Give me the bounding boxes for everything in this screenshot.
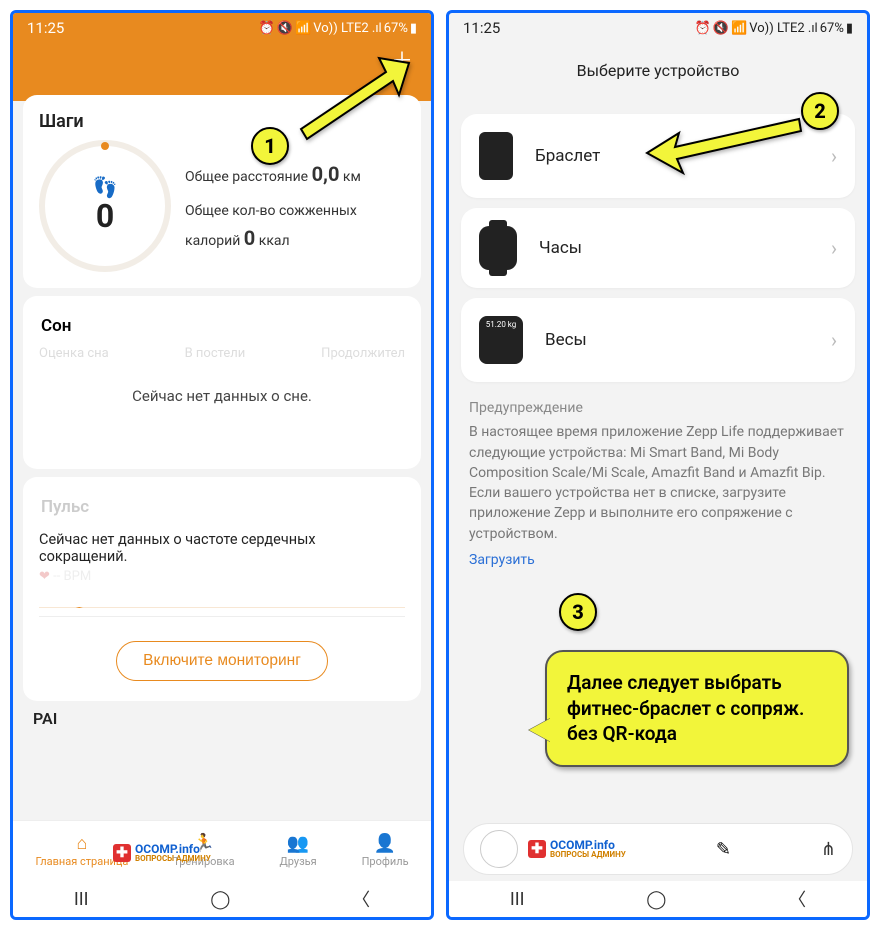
friends-icon: 👥	[287, 835, 309, 853]
bpm-value: -- BPM	[53, 569, 91, 584]
status-time: 11:25	[27, 19, 64, 37]
pai-title[interactable]: PAI	[33, 709, 431, 728]
mute-icon: 🔇	[713, 21, 729, 36]
footsteps-icon: 👣	[93, 177, 118, 197]
annotation-callout: Далее следует выбрать фитнес-браслет с с…	[545, 650, 849, 767]
home-button[interactable]: ◯	[646, 889, 666, 910]
bottom-nav: ⌂ Главная страница 🏃 Тренировка 👥 Друзья…	[13, 820, 431, 881]
annotation-num-1: 1	[264, 134, 276, 158]
bottom-toolbar: ✚ OCOMP.info ВОПРОСЫ АДМИНУ ✎ ⋔	[463, 823, 853, 875]
device-scale-row[interactable]: 51.20 kg Весы ›	[461, 298, 855, 382]
step-stats: Общее расстояние 0,0 км Общее кол-во сож…	[185, 158, 405, 254]
recents-button[interactable]: III	[510, 889, 525, 910]
callout-text: Далее следует выбрать фитнес-браслет с с…	[567, 671, 804, 745]
choose-device-title: Выберите устройство	[449, 43, 867, 104]
battery-icon: ▮	[410, 21, 417, 36]
alarm-icon: ⏰	[695, 21, 711, 36]
device-watch-label: Часы	[539, 238, 831, 258]
annotation-arrow-2	[639, 113, 819, 187]
crop-icon[interactable]: ✎	[716, 839, 731, 860]
android-navbar: III ◯ 〈	[13, 881, 431, 917]
back-button[interactable]: 〈	[788, 886, 806, 912]
sleep-card[interactable]: Сон Оценка сна В постели Продолжител Сей…	[23, 296, 421, 469]
nav-profile-label: Профиль	[362, 855, 409, 868]
nav-friends[interactable]: 👥 Друзья	[280, 835, 317, 868]
sleep-col1: Оценка сна	[39, 346, 109, 361]
battery-label: 67%	[820, 21, 844, 36]
watermark: ✚ OCOMP.info ВОПРОСЫ АДМИНУ	[528, 839, 626, 859]
annotation-arrow-1	[279, 55, 429, 149]
warning-block: Предупреждение В настоящее время приложе…	[449, 392, 867, 570]
nav-profile[interactable]: 👤 Профиль	[362, 835, 409, 868]
nav-friends-label: Друзья	[280, 855, 317, 868]
step-count: 0	[96, 197, 114, 235]
sleep-title: Сон	[39, 312, 405, 340]
watermark-plus-icon: ✚	[528, 840, 546, 858]
back-button[interactable]: 〈	[352, 886, 370, 912]
watermark-sub: ВОПРОСЫ АДМИНУ	[550, 851, 626, 859]
pulse-card[interactable]: Пульс Сейчас нет данных о частоте сердеч…	[23, 477, 421, 701]
alarm-icon: ⏰	[259, 21, 275, 36]
distance-label: Общее расстояние	[185, 169, 308, 185]
distance-unit: км	[343, 169, 361, 185]
wifi-icon: 📶	[731, 21, 747, 36]
sleep-col3: Продолжител	[321, 346, 405, 361]
android-navbar: III ◯ 〈	[449, 881, 867, 917]
calories-unit: ккал	[259, 233, 290, 249]
tool-badge[interactable]	[480, 830, 518, 868]
pulse-title: Пульс	[39, 493, 405, 521]
pulse-sparkline	[39, 588, 405, 617]
annotation-circle-1: 1	[251, 127, 289, 165]
sleep-col2: В постели	[185, 346, 246, 361]
annotation-num-3: 3	[572, 600, 584, 624]
watermark: ✚ OCOMP.info ВОПРОСЫ АДМИНУ	[113, 843, 211, 863]
heart-icon: ❤	[39, 569, 50, 584]
sleep-empty: Сейчас нет данных о сне.	[39, 361, 405, 423]
watch-icon	[479, 226, 517, 270]
home-icon: ⌂	[76, 835, 87, 853]
phone-screen-2: 11:25 ⏰ 🔇 📶 Vo)) LTE2 .ıl 67% ▮ Выберите…	[446, 10, 870, 920]
annotation-circle-2: 2	[801, 92, 839, 130]
annotation-circle-3: 3	[559, 593, 597, 631]
status-bar: 11:25 ⏰ 🔇 📶 Vo)) LTE2 .ıl 67% ▮	[449, 13, 867, 43]
network-label: Vo)) LTE2 .ıl	[749, 21, 817, 36]
share-icon[interactable]: ⋔	[821, 839, 836, 860]
battery-label: 67%	[384, 21, 408, 36]
download-link[interactable]: Загрузить	[469, 550, 847, 570]
distance-value: 0,0	[312, 162, 340, 186]
scale-icon: 51.20 kg	[479, 316, 523, 364]
step-ring: 👣 0	[39, 140, 171, 272]
status-bar: 11:25 ⏰ 🔇 📶 Vo)) LTE2 .ıl 67% ▮	[13, 13, 431, 43]
sleep-columns: Оценка сна В постели Продолжител	[39, 346, 405, 361]
pulse-empty: Сейчас нет данных о частоте сердечных со…	[39, 521, 405, 569]
status-time: 11:25	[463, 19, 500, 37]
chevron-right-icon: ›	[831, 144, 837, 168]
profile-icon: 👤	[374, 835, 396, 853]
phone-screen-1: 11:25 ⏰ 🔇 📶 Vo)) LTE2 .ıl 67% ▮ ＋ Шаги 👣…	[10, 10, 434, 920]
chevron-right-icon: ›	[831, 328, 837, 352]
network-label: Vo)) LTE2 .ıl	[313, 21, 381, 36]
enable-monitoring-button[interactable]: Включите мониторинг	[116, 641, 328, 681]
annotation-num-2: 2	[814, 99, 826, 123]
watermark-sub: ВОПРОСЫ АДМИНУ	[135, 855, 211, 863]
wifi-icon: 📶	[295, 21, 311, 36]
band-icon	[479, 132, 513, 180]
calories-value: 0	[244, 226, 255, 250]
recents-button[interactable]: III	[74, 889, 89, 910]
status-right: ⏰ 🔇 📶 Vo)) LTE2 .ıl 67% ▮	[259, 21, 417, 36]
home-button[interactable]: ◯	[210, 889, 230, 910]
device-watch-row[interactable]: Часы ›	[461, 208, 855, 288]
warning-body: В настоящее время приложение Zepp Life п…	[469, 422, 847, 544]
watermark-plus-icon: ✚	[113, 844, 131, 862]
device-scale-label: Весы	[545, 330, 831, 350]
mute-icon: 🔇	[277, 21, 293, 36]
status-right: ⏰ 🔇 📶 Vo)) LTE2 .ıl 67% ▮	[695, 21, 853, 36]
chevron-right-icon: ›	[831, 236, 837, 260]
battery-icon: ▮	[846, 21, 853, 36]
warning-title: Предупреждение	[469, 398, 847, 418]
